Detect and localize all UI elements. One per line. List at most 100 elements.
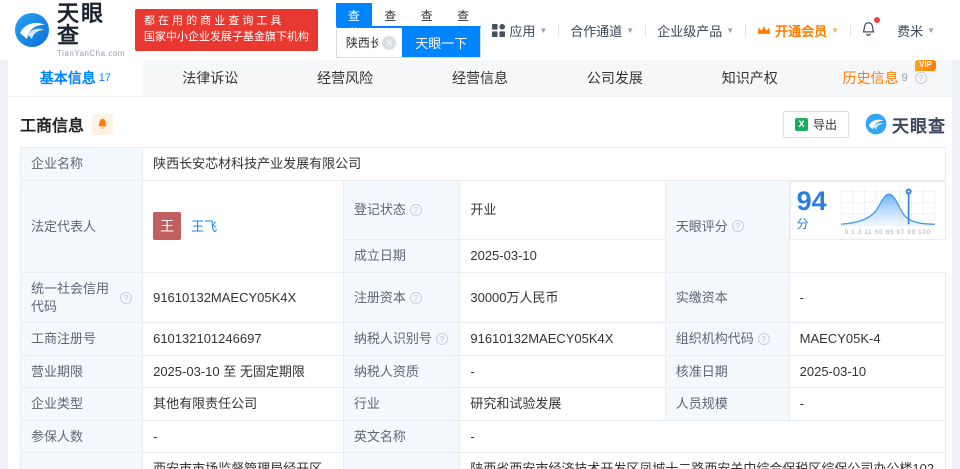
page-body: 基本信息 17 法律诉讼 经营风险 经营信息 公司发展 知识产权 VIP 历史信…	[0, 60, 960, 469]
export-button[interactable]: X 导出	[782, 110, 849, 138]
tianyancha-logo[interactable]: 天眼查 TianYanCha.com	[14, 0, 125, 58]
top-header: 天眼查 TianYanCha.com 都 在 用 的 商 业 查 询 工 具 国…	[0, 0, 960, 60]
reg-number-label: 工商注册号	[19, 322, 144, 356]
apps-grid-icon	[492, 23, 506, 37]
label-text: 注册资本	[353, 289, 406, 305]
company-name-value: 陕西长安芯材科技产业发展有限公司	[142, 147, 946, 181]
search-tab-company[interactable]: 查公司	[335, 2, 373, 57]
export-label: 导出	[812, 117, 837, 132]
slogan-banner: 都 在 用 的 商 业 查 询 工 具 国家中小企业发展子基金旗下机构	[134, 9, 318, 51]
help-icon[interactable]: ?	[409, 291, 422, 304]
help-icon[interactable]: ?	[731, 220, 744, 233]
reg-capital-value: 30000万人民币	[459, 272, 666, 324]
company-type-value: 其他有限责任公司	[142, 387, 344, 421]
help-icon[interactable]: ?	[409, 204, 422, 216]
approval-date-label: 核准日期	[664, 354, 790, 389]
credit-code-value: 91610132MAECY05K4X	[142, 272, 344, 324]
insured-count-value: -	[142, 419, 344, 454]
search-button[interactable]: 天眼一下	[402, 27, 481, 57]
search-tabs: 查公司 查老板 查风险 查关系	[335, 2, 481, 57]
chevron-down-icon: ▼	[626, 25, 635, 35]
reg-authority-value: 西安市市场监督管理局经开区分局	[142, 452, 344, 469]
legal-rep-label: 法定代表人	[19, 179, 144, 274]
tab-legal-proceedings[interactable]: 法律诉讼	[143, 60, 278, 96]
legal-rep-avatar[interactable]: 王	[153, 212, 182, 241]
search-tab-relation[interactable]: 查关系	[445, 3, 481, 57]
tab-business-risk[interactable]: 经营风险	[278, 60, 413, 96]
tab-label: 法律诉讼	[182, 70, 239, 86]
table-row: 参保人数 - 英文名称 -	[19, 419, 946, 454]
tab-history-label: 历史信息	[842, 70, 899, 86]
tab-company-development[interactable]: 公司发展	[547, 60, 682, 96]
table-row: 法定代表人 王 王飞 登记状态? 开业 天眼评分? 94分 0 1 3 11 5…	[19, 179, 946, 274]
tab-label: 知识产权	[721, 70, 778, 86]
staff-size-label: 人员规模	[664, 387, 790, 421]
table-row: 企业类型 其他有限责任公司 行业 研究和试验发展 人员规模 -	[19, 387, 947, 421]
business-info-table: 企业名称 陕西长安芯材科技产业发展有限公司 法定代表人 王 王飞 登记状态? 开…	[19, 147, 947, 469]
score-value: 94	[796, 185, 827, 216]
help-icon[interactable]: ?	[120, 291, 133, 304]
crown-icon	[757, 26, 771, 34]
reg-address-value: 陕西省西安市经济技术开发区凤城十二路西安关中综合保税区综保公司办公楼102室 附…	[459, 452, 946, 469]
notification-bell[interactable]	[851, 16, 886, 40]
bell-icon	[862, 21, 875, 36]
nav-enterprise[interactable]: 企业级产品 ▼	[646, 21, 745, 40]
establish-date-value: 2025-03-10	[459, 239, 666, 274]
nav-open-vip[interactable]: 开通会员 ▼	[746, 21, 850, 40]
legal-rep-name-link[interactable]: 王飞	[191, 218, 217, 236]
reg-number-value: 610132101246697	[142, 322, 344, 356]
tab-business-info[interactable]: 经营信息	[413, 60, 548, 96]
paid-capital-label: 实缴资本	[664, 272, 790, 324]
basic-info-content: 工商信息 X 导出 天眼查 企业名称 陕西长安芯材科技产业发展有限公司 法定代表…	[8, 97, 952, 469]
watermark-swirl-icon	[865, 113, 887, 135]
tab-label: 经营信息	[452, 70, 508, 86]
address-text: 陕西省西安市经济技术开发区凤城十二路西安关中综合保税区综保公司办公楼102室	[470, 461, 935, 469]
label-text: 统一社会信用代码	[31, 281, 110, 314]
org-code-value: MAECY05K-4	[788, 322, 947, 356]
monitor-bell-chip[interactable]	[92, 113, 114, 135]
taxpayer-id-label: 纳税人识别号?	[342, 322, 461, 356]
slogan-line1: 都 在 用 的 商 业 查 询 工 具	[143, 15, 282, 28]
org-code-label: 组织机构代码?	[664, 322, 790, 356]
tab-history-count: 9	[901, 72, 908, 84]
watermark-text: 天眼查	[892, 116, 946, 136]
nav-user[interactable]: 费米 ▼	[886, 21, 946, 40]
nav-apps[interactable]: 应用 ▼	[481, 21, 558, 40]
label-text: 组织机构代码	[675, 331, 754, 347]
table-row: 企业名称 陕西长安芯材科技产业发展有限公司	[19, 147, 946, 181]
company-detail-card: 基本信息 17 法律诉讼 经营风险 经营信息 公司发展 知识产权 VIP 历史信…	[8, 60, 952, 469]
reg-status-value: 开业	[459, 179, 666, 241]
company-type-label: 企业类型	[19, 387, 144, 421]
score-axis-labels: 0 1 3 11 50 85 97 99 100	[844, 229, 931, 236]
english-name-label: 英文名称	[342, 419, 461, 454]
help-icon[interactable]: ?	[914, 72, 927, 84]
reg-address-label: 注册地址?	[342, 452, 461, 469]
score-cell: 94分 0 1 3 11 50 85 97 99 100	[789, 180, 946, 240]
tab-intellectual-property[interactable]: 知识产权	[682, 60, 817, 96]
help-icon[interactable]: ?	[757, 332, 770, 345]
nav-enterprise-label: 企业级产品	[657, 23, 723, 39]
label-text: 天眼评分	[675, 218, 728, 234]
reg-status-label: 登记状态?	[342, 179, 461, 241]
nav-cooperation[interactable]: 合作通道 ▼	[559, 21, 645, 40]
taxpayer-id-value: 91610132MAECY05K4X	[459, 322, 666, 356]
tab-basic-info-label: 基本信息	[39, 70, 96, 86]
monitor-bell-icon	[98, 118, 107, 129]
brand-name: 天眼查	[57, 0, 106, 48]
tab-history-info[interactable]: VIP 历史信息 9 ?	[817, 60, 952, 96]
clear-icon[interactable]: ✕	[382, 35, 397, 50]
insured-count-label: 参保人数	[19, 419, 144, 454]
tab-basic-info[interactable]: 基本信息 17	[8, 60, 143, 96]
score-unit: 分	[796, 216, 809, 231]
search-tab-risk[interactable]: 查风险	[409, 3, 445, 57]
table-row: 登记机关 西安市市场监督管理局经开区分局 注册地址? 陕西省西安市经济技术开发区…	[19, 452, 946, 469]
search-tab-boss[interactable]: 查老板	[372, 3, 408, 57]
tab-label: 公司发展	[586, 70, 643, 86]
nav-apps-label: 应用	[509, 23, 536, 39]
company-name-label: 企业名称	[19, 147, 144, 181]
tab-basic-info-count: 17	[98, 72, 112, 84]
score-distribution-chart	[840, 187, 935, 226]
vip-badge: VIP	[915, 60, 937, 71]
table-row: 统一社会信用代码? 91610132MAECY05K4X 注册资本? 30000…	[19, 272, 947, 324]
help-icon[interactable]: ?	[435, 332, 448, 345]
